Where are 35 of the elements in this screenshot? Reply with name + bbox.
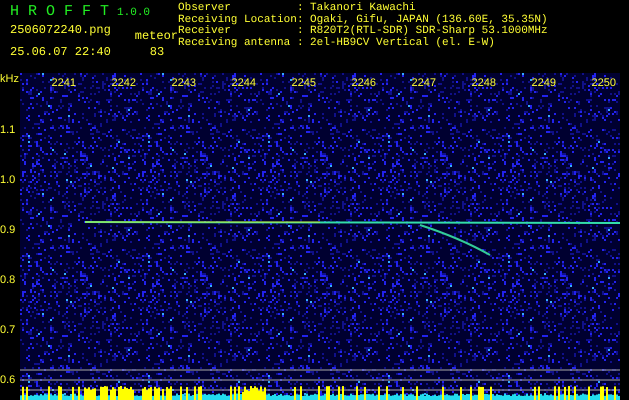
- info-label: Receiving antenna: [178, 38, 292, 49]
- unit-label: kHz: [0, 73, 19, 85]
- info-value: Ogaki, Gifu, JAPAN (136.60E, 35.35N): [310, 14, 548, 26]
- x-tick-label: 2250: [590, 77, 616, 89]
- info-separator: :: [297, 3, 305, 14]
- app-title: H R O F F T: [10, 3, 110, 21]
- info-separator: :: [297, 26, 305, 38]
- info-value: Takanori Kawachi: [310, 3, 416, 14]
- info-value: R820T2(RTL-SDR) SDR-Sharp 53.1000MHz: [310, 26, 548, 37]
- y-tick-label: 1.0: [0, 174, 16, 186]
- y-tick-label: 0.8: [0, 274, 16, 286]
- info-separator: :: [297, 14, 305, 26]
- meteor-label: meteor: [134, 28, 178, 42]
- y-tick-label: 0.7: [0, 324, 16, 336]
- info-label: Receiving Location: [178, 14, 297, 26]
- y-tick-label: 0.9: [0, 224, 16, 236]
- x-tick-label: 2244: [230, 77, 256, 89]
- info-label: Receiver: [178, 26, 232, 37]
- info-label: Observer: [178, 3, 232, 14]
- y-tick-label: 1.1: [0, 124, 16, 136]
- x-tick-label: 2249: [530, 77, 556, 89]
- x-tick-label: 2245: [290, 77, 316, 89]
- app-version: 1.0.0: [117, 6, 150, 21]
- x-tick-label: 2246: [350, 77, 376, 89]
- x-tick-label: 2241: [50, 77, 76, 89]
- info-value: 2el-HB9CV Vertical (el. E-W): [310, 38, 495, 49]
- x-tick-label: 2247: [410, 77, 436, 89]
- timestamp: 25.06.07 22:40: [10, 44, 111, 58]
- x-tick-label: 2243: [170, 77, 196, 89]
- meteor-count: 83: [148, 44, 166, 58]
- x-tick-label: 2242: [110, 77, 136, 89]
- y-tick-label: 0.6: [0, 374, 16, 386]
- file-name: 2506072240.png: [10, 22, 111, 36]
- info-separator: :: [297, 38, 305, 49]
- x-tick-label: 2248: [470, 77, 496, 89]
